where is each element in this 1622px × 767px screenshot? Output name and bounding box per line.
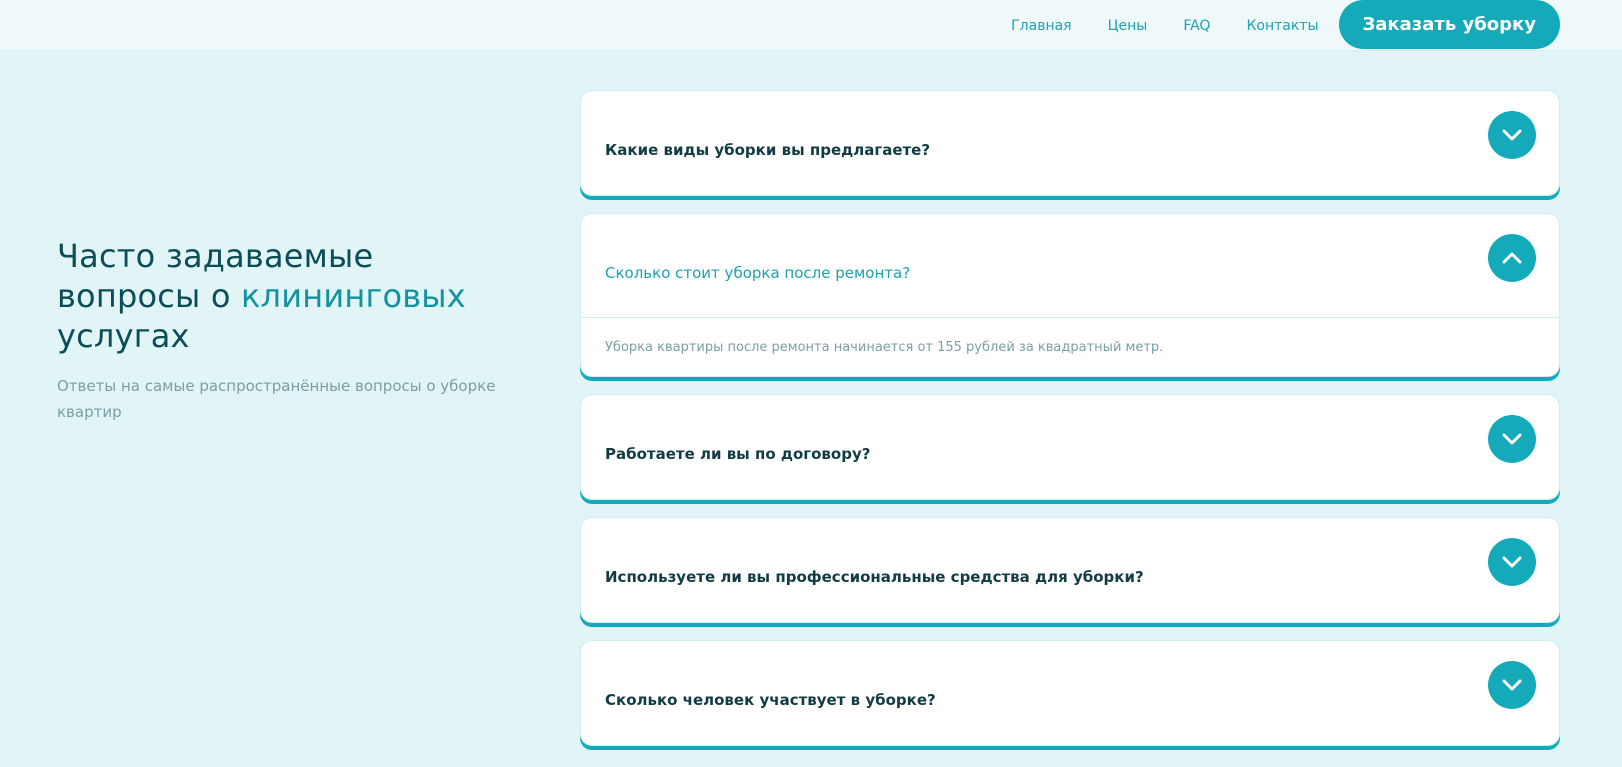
faq-question-header[interactable]: Работаете ли вы по договору?: [581, 395, 1559, 499]
faq-question-header[interactable]: Используете ли вы профессиональные средс…: [581, 518, 1559, 622]
faq-question: Сколько стоит уборка после ремонта?: [605, 263, 911, 282]
nav-link-contacts[interactable]: Контакты: [1246, 18, 1318, 34]
page-title-part2: услугах: [57, 317, 190, 355]
main-nav: Главная Цены FAQ Контакты Заказать уборк…: [1011, 0, 1560, 51]
faq-item: Используете ли вы профессиональные средс…: [580, 517, 1560, 623]
faq-question-header[interactable]: Сколько человек участвует в уборке?: [581, 641, 1559, 745]
chevron-down-icon[interactable]: [1488, 538, 1536, 586]
faq-item: Сколько человек участвует в уборке?: [580, 640, 1560, 746]
faq-question-header[interactable]: Сколько стоит уборка после ремонта?: [581, 214, 1559, 318]
faq-list: Какие виды уборки вы предлагаете? Скольк…: [580, 90, 1560, 763]
nav-link-prices[interactable]: Цены: [1108, 18, 1148, 34]
faq-answer: Уборка квартиры после ремонта начинается…: [605, 339, 1164, 355]
chevron-down-icon[interactable]: [1488, 661, 1536, 709]
chevron-down-icon[interactable]: [1488, 111, 1536, 159]
faq-item: Работаете ли вы по договору?: [580, 394, 1560, 500]
nav-link-faq[interactable]: FAQ: [1183, 18, 1210, 34]
chevron-down-icon[interactable]: [1488, 415, 1536, 463]
faq-question: Работаете ли вы по договору?: [605, 445, 871, 463]
faq-item: Какие виды уборки вы предлагаете?: [580, 90, 1560, 196]
page-subtitle: Ответы на самые распространённые вопросы…: [57, 377, 496, 421]
faq-question: Сколько человек участвует в уборке?: [605, 691, 936, 709]
nav-link-home[interactable]: Главная: [1011, 18, 1071, 34]
faq-question: Какие виды уборки вы предлагаете?: [605, 141, 931, 159]
page-title: Часто задаваемые вопросы о клининговых у…: [57, 236, 497, 356]
page-title-accent: клининговых: [241, 277, 466, 315]
faq-question: Используете ли вы профессиональные средс…: [605, 568, 1144, 586]
faq-item-expanded: Сколько стоит уборка после ремонта? Убор…: [580, 213, 1560, 377]
order-cleaning-button[interactable]: Заказать уборку: [1338, 0, 1560, 49]
faq-question-header[interactable]: Какие виды уборки вы предлагаете?: [581, 91, 1559, 195]
faq-intro: Часто задаваемые вопросы о клининговых у…: [57, 236, 497, 425]
site-header: Главная Цены FAQ Контакты Заказать уборк…: [0, 0, 1622, 51]
chevron-up-icon[interactable]: [1488, 234, 1536, 282]
